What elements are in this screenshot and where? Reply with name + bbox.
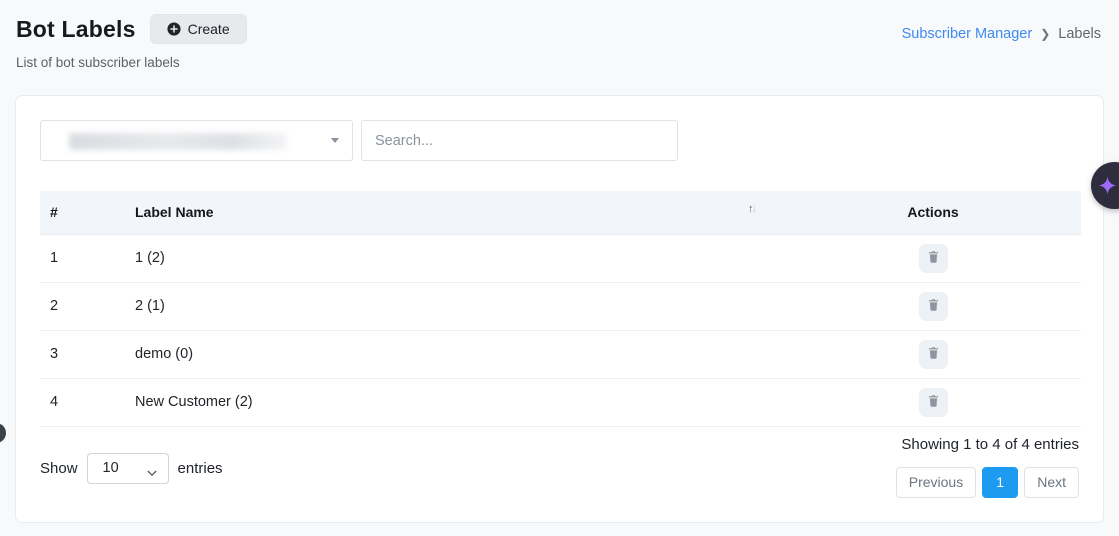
table-row: 3 demo (0) <box>40 330 1081 378</box>
pagination: Previous 1 Next <box>896 467 1079 498</box>
column-header-actions: Actions <box>785 191 1081 234</box>
table-row: 1 1 (2) <box>40 234 1081 282</box>
trash-icon <box>927 298 940 315</box>
delete-button[interactable] <box>919 340 948 369</box>
show-label: Show <box>40 460 78 477</box>
sort-icon[interactable]: ↑↓ <box>748 203 755 215</box>
create-button[interactable]: Create <box>150 14 247 44</box>
table-header-row: # Label Name ↑↓ Actions <box>40 191 1081 234</box>
page-subtitle: List of bot subscriber labels <box>16 55 1103 70</box>
page: Bot Labels Create List of bot subscriber… <box>0 0 1119 536</box>
search-input[interactable] <box>361 120 678 161</box>
row-number: 2 <box>40 282 125 330</box>
plus-circle-icon <box>167 22 181 36</box>
bot-select[interactable] <box>40 120 353 161</box>
labels-card: # Label Name ↑↓ Actions 1 1 (2) <box>15 95 1104 523</box>
page-title: Bot Labels <box>16 16 136 43</box>
page-size-select[interactable]: 10 <box>87 453 169 484</box>
label-name: 1 (2) <box>125 234 785 282</box>
page-1-button[interactable]: 1 <box>982 467 1018 498</box>
trash-icon <box>927 394 940 411</box>
row-number: 1 <box>40 234 125 282</box>
labels-table: # Label Name ↑↓ Actions 1 1 (2) <box>40 191 1081 427</box>
trash-icon <box>927 346 940 363</box>
label-name: New Customer (2) <box>125 378 785 426</box>
table-footer: Show 10 entries Showing 1 to 4 of 4 entr… <box>40 436 1079 498</box>
next-page-button[interactable]: Next <box>1024 467 1079 498</box>
row-number: 4 <box>40 378 125 426</box>
showing-status: Showing 1 to 4 of 4 entries <box>901 436 1079 453</box>
page-size-control: Show 10 entries <box>40 439 223 498</box>
table-row: 4 New Customer (2) <box>40 378 1081 426</box>
breadcrumb-current: Labels <box>1058 26 1101 42</box>
create-button-label: Create <box>188 21 230 37</box>
label-name: demo (0) <box>125 330 785 378</box>
sparkle-icon <box>1097 175 1118 196</box>
delete-button[interactable] <box>919 388 948 417</box>
column-header-number: # <box>40 191 125 234</box>
bot-select-redacted-value <box>69 133 287 150</box>
chevron-right-icon: ❯ <box>1040 27 1050 41</box>
breadcrumb: Subscriber Manager ❯ Labels <box>902 26 1101 42</box>
page-size-value: 10 <box>103 460 119 476</box>
chevron-down-icon <box>147 465 157 472</box>
filter-row <box>40 120 1079 161</box>
page-header: Bot Labels Create List of bot subscriber… <box>16 14 1103 70</box>
previous-page-button[interactable]: Previous <box>896 467 976 498</box>
entries-label: entries <box>178 460 223 477</box>
row-number: 3 <box>40 330 125 378</box>
column-header-label-name[interactable]: Label Name ↑↓ <box>125 191 785 234</box>
edge-widget-button[interactable] <box>0 423 6 443</box>
trash-icon <box>927 250 940 267</box>
breadcrumb-link-subscriber-manager[interactable]: Subscriber Manager <box>902 26 1033 42</box>
delete-button[interactable] <box>919 292 948 321</box>
caret-down-icon <box>331 138 339 143</box>
table-row: 2 2 (1) <box>40 282 1081 330</box>
label-name: 2 (1) <box>125 282 785 330</box>
delete-button[interactable] <box>919 244 948 273</box>
